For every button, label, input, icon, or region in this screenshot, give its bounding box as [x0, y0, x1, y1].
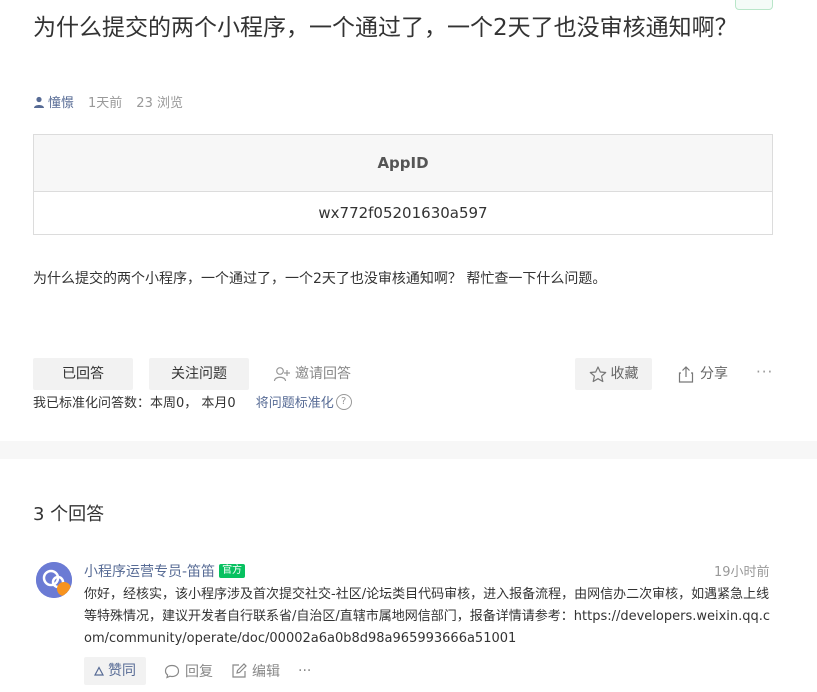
- share-button[interactable]: 分享: [678, 358, 728, 390]
- invite-user-icon: [273, 366, 291, 382]
- section-divider: [0, 441, 817, 459]
- standardize-stats: 我已标准化问答数：本周0， 本月0 将问题标准化 ?: [33, 392, 352, 411]
- question-views: 23 浏览: [136, 96, 183, 111]
- comment-icon: [164, 664, 180, 679]
- answer-actions: 赞同 回复 编辑 ···: [84, 657, 311, 685]
- author-name: 憧憬: [48, 96, 75, 111]
- table-cell: wx772f05201630a597: [318, 204, 488, 222]
- question-time: 1天前: [88, 96, 123, 111]
- question-icon[interactable]: ?: [335, 393, 352, 410]
- reply-label: 回复: [185, 664, 213, 680]
- question-author[interactable]: 憧憬: [33, 92, 74, 111]
- invite-answer-button[interactable]: 邀请回答: [273, 358, 351, 390]
- reply-button[interactable]: 回复: [164, 661, 213, 681]
- answer-author[interactable]: 小程序运营专员-笛笛 官方: [84, 561, 246, 581]
- like-label: 赞同: [108, 663, 136, 679]
- share-label: 分享: [700, 366, 728, 382]
- collect-button[interactable]: 收藏: [575, 358, 652, 390]
- star-icon: [589, 365, 607, 383]
- user-icon: [33, 96, 45, 108]
- answer-text: 你好，经核实，该小程序涉及首次提交社交-社区/论坛类目代码审核，进入报备流程，由…: [84, 587, 771, 646]
- avatar[interactable]: [36, 562, 72, 598]
- answer-time: 19小时前: [714, 565, 770, 580]
- like-button[interactable]: 赞同: [84, 657, 146, 685]
- standardize-link[interactable]: 将问题标准化: [256, 392, 334, 411]
- answer-author-name: 小程序运营专员-笛笛: [84, 564, 216, 580]
- stats-text: 我已标准化问答数：本周0， 本月0: [33, 396, 236, 411]
- share-icon: [678, 365, 694, 383]
- follow-question-button[interactable]: 关注问题: [149, 358, 249, 390]
- thumb-up-icon: [94, 666, 104, 676]
- answers-count: 3 个回答: [33, 504, 105, 525]
- table-header: AppID: [34, 135, 772, 192]
- status-badge: [735, 0, 773, 10]
- question-meta: 憧憬 1天前 23 浏览: [33, 92, 183, 111]
- invite-label: 邀请回答: [295, 366, 351, 382]
- edit-icon: [231, 663, 247, 679]
- appid-table: AppID wx772f05201630a597: [33, 134, 773, 235]
- official-badge: 官方: [219, 564, 246, 578]
- edit-button[interactable]: 编辑: [231, 661, 280, 681]
- answered-button[interactable]: 已回答: [33, 358, 133, 390]
- question-body: 为什么提交的两个小程序，一个通过了，一个2天了也没审核通知啊？ 帮忙查一下什么问…: [33, 271, 607, 287]
- answer-more-button[interactable]: ···: [298, 663, 311, 679]
- collect-label: 收藏: [610, 366, 639, 382]
- edit-label: 编辑: [252, 664, 280, 680]
- more-options-button[interactable]: ···: [756, 358, 773, 390]
- question-title: 为什么提交的两个小程序，一个通过了，一个2天了也没审核通知啊？: [33, 15, 738, 41]
